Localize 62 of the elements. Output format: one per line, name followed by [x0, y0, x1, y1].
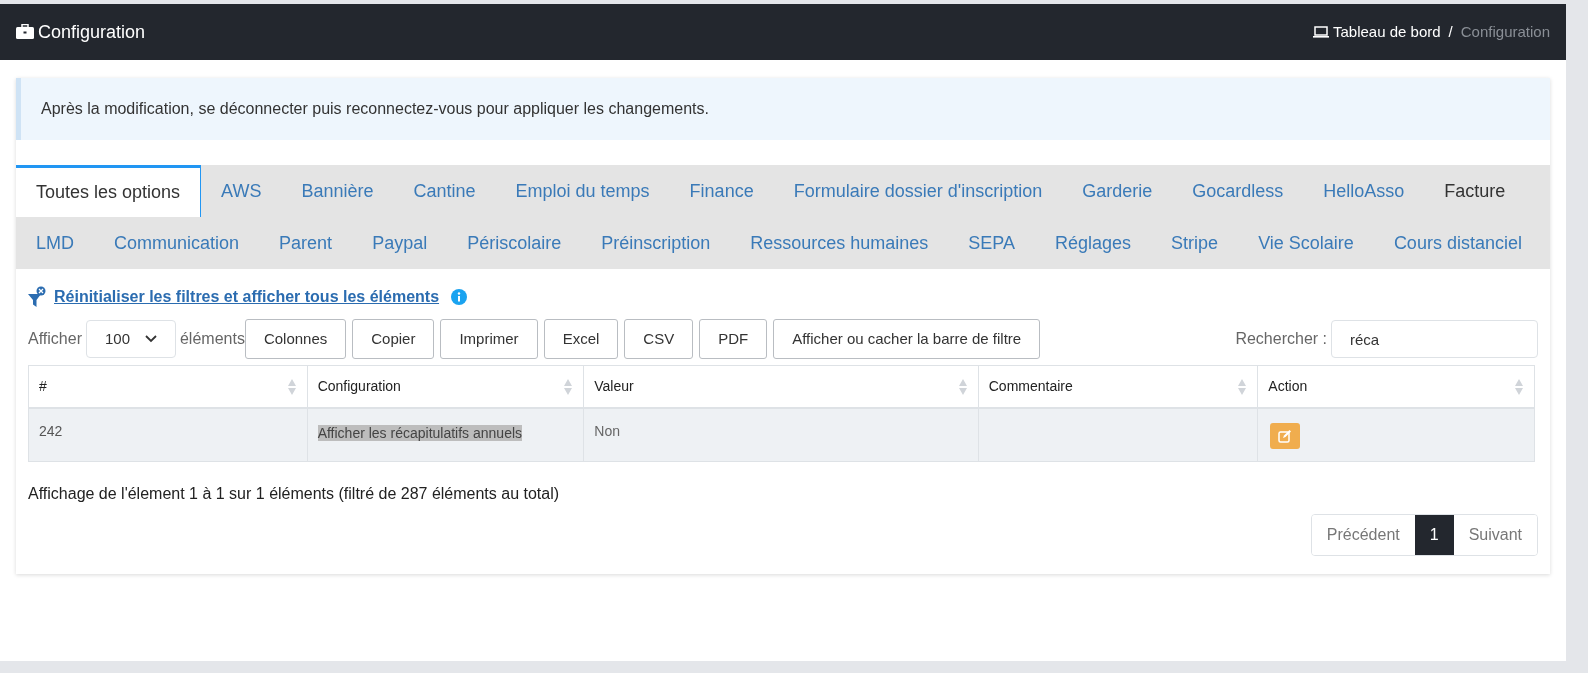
- search-label: Rechercher :: [1235, 329, 1327, 349]
- table-cell: Non: [583, 409, 978, 461]
- sort-icon: [1237, 377, 1248, 396]
- tab[interactable]: Toutes les options: [16, 165, 202, 217]
- tab[interactable]: Bannière: [281, 165, 394, 217]
- length-prefix: Afficher: [28, 329, 82, 349]
- toolbar-button[interactable]: CSV: [624, 319, 694, 359]
- length-suffix: éléments: [179, 329, 245, 349]
- edit-icon: [1278, 429, 1293, 443]
- tab[interactable]: Ressources humaines: [730, 217, 949, 269]
- tab[interactable]: Paypal: [352, 217, 448, 269]
- tab[interactable]: HelloAsso: [1303, 165, 1425, 217]
- edit-button[interactable]: [1270, 423, 1301, 449]
- briefcase-icon: [16, 24, 34, 40]
- column-header[interactable]: Commentaire: [977, 366, 1258, 407]
- tab[interactable]: Réglages: [1035, 217, 1152, 269]
- filter-reset-icon: [28, 286, 46, 308]
- search-field[interactable]: réca: [1331, 320, 1538, 358]
- page-title: Configuration: [38, 20, 146, 44]
- tab[interactable]: Formulaire dossier d'inscription: [773, 165, 1063, 217]
- tab[interactable]: Emploi du temps: [495, 165, 670, 217]
- toolbar-button[interactable]: Copier: [352, 319, 435, 359]
- tab[interactable]: Communication: [94, 217, 260, 269]
- tab[interactable]: Gocardless: [1172, 165, 1304, 217]
- breadcrumb-separator: /: [1448, 21, 1453, 42]
- column-header[interactable]: Valeur: [583, 366, 978, 407]
- tab[interactable]: Parent: [259, 217, 353, 269]
- tab[interactable]: Cours distanciel: [1373, 217, 1542, 269]
- chevron-down-icon: [144, 335, 157, 343]
- tab[interactable]: Préinscription: [581, 217, 731, 269]
- breadcrumb-link[interactable]: Tableau de bord: [1333, 20, 1441, 44]
- column-header[interactable]: Action: [1257, 366, 1534, 407]
- tab[interactable]: Vie Scolaire: [1238, 217, 1374, 269]
- column-header[interactable]: Configuration: [306, 366, 584, 407]
- sort-icon: [1514, 377, 1524, 396]
- toolbar-button[interactable]: Imprimer: [440, 319, 538, 359]
- table-info: Affichage de l'élement 1 à 1 sur 1 éléments (filtré de 287 éléments au total): [28, 484, 561, 504]
- tab[interactable]: Garderie: [1062, 165, 1173, 217]
- tab[interactable]: AWS: [201, 165, 282, 217]
- toolbar-button[interactable]: Excel: [543, 319, 619, 359]
- info-icon: [451, 289, 468, 305]
- length-select[interactable]: 100: [85, 320, 176, 358]
- table-cell-text: 242: [38, 422, 64, 441]
- table-cell: Afficher les récapitulatifs annuels: [317, 425, 523, 441]
- column-header[interactable]: #: [29, 366, 307, 407]
- toolbar-button[interactable]: Afficher ou cacher la barre de filtre: [773, 319, 1041, 359]
- tab[interactable]: Stripe: [1151, 217, 1239, 269]
- info-alert: Après la modification, se déconnecter puis reconnectez-vous pour appliquer les changements.: [16, 78, 1550, 140]
- tab[interactable]: SEPA: [948, 217, 1036, 269]
- tab[interactable]: Périscolaire: [447, 217, 582, 269]
- sort-icon: [957, 377, 968, 396]
- laptop-icon: [1313, 26, 1329, 38]
- toolbar-button[interactable]: Colonnes: [244, 319, 347, 359]
- tab[interactable]: Finance: [669, 165, 774, 217]
- tab[interactable]: Facture: [1424, 165, 1526, 217]
- sort-icon: [286, 377, 297, 396]
- pagination-button[interactable]: 1: [1414, 515, 1454, 555]
- tab[interactable]: LMD: [16, 217, 94, 269]
- tab[interactable]: Cantine: [393, 165, 496, 217]
- sort-icon: [563, 377, 574, 396]
- reset-filters-link[interactable]: Réinitialiser les filtres et afficher tous les éléments: [54, 285, 440, 309]
- toolbar-button[interactable]: PDF: [699, 319, 768, 359]
